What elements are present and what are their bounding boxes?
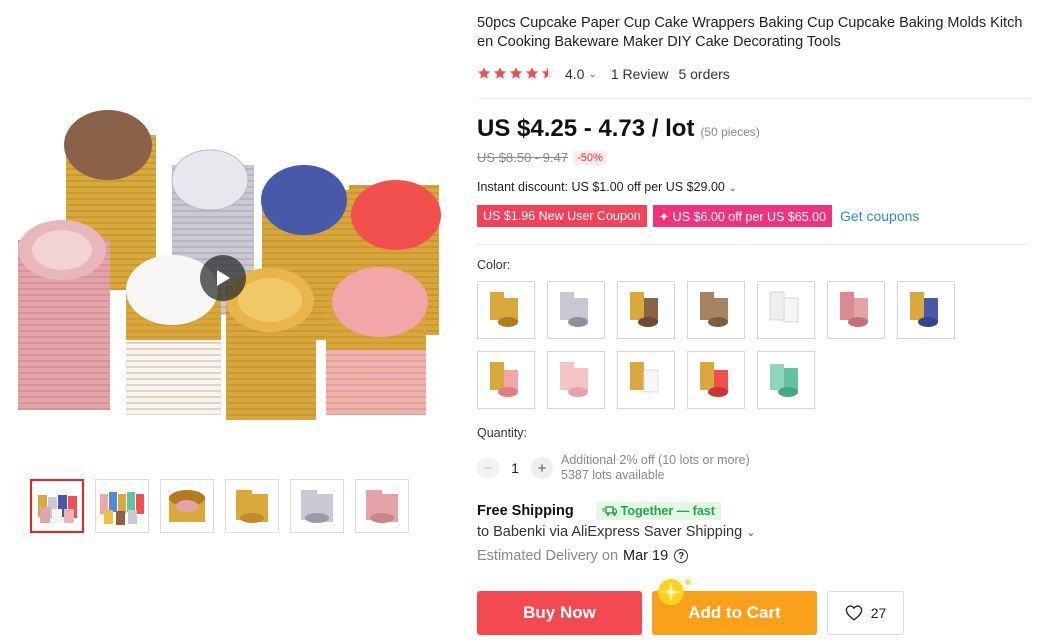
new-user-coupon[interactable]: US $1.96 New User Coupon — [477, 205, 647, 227]
thumbnail-image — [100, 492, 144, 525]
thumbnail-1[interactable] — [30, 479, 84, 533]
chevron-down-icon: ⌄ — [728, 183, 737, 194]
swatch-image — [630, 292, 658, 327]
rating-row: 4.0 ⌄ 1 Review 5 orders — [477, 64, 730, 84]
color-option-gold-pink[interactable] — [477, 351, 535, 409]
instant-discount-text: Instant discount: US $1.00 off per US $2… — [477, 180, 725, 194]
color-option-gold-brown[interactable] — [617, 281, 675, 339]
current-price: US $4.25 - 4.73 / lot — [477, 115, 695, 142]
shipping-method-text: to Babenki via AliExpress Saver Shipping — [477, 524, 743, 540]
chevron-down-icon[interactable]: ⌄ — [588, 69, 596, 80]
original-price-row: US $8.50 - 9.47 -50% — [477, 150, 606, 165]
swatch-image — [770, 364, 798, 397]
color-option-gold-blue[interactable] — [897, 281, 955, 339]
star-icon — [525, 66, 539, 83]
main-product-image[interactable] — [4, 40, 444, 440]
quantity-info: Additional 2% off (10 lots or more) 5387… — [561, 453, 750, 483]
get-coupons-link[interactable]: Get coupons — [840, 208, 919, 224]
color-option-white[interactable] — [757, 281, 815, 339]
sparkle-icon — [658, 579, 691, 605]
thumbnail-image — [236, 490, 268, 523]
wishlist-count: 27 — [870, 605, 887, 621]
star-icon — [477, 66, 491, 83]
star-rating — [477, 66, 555, 83]
together-fast-badge: Together — fast — [595, 502, 721, 520]
store-coupon[interactable]: ✦ US $6.00 off per US $65.00 — [652, 205, 833, 227]
coupon-row: US $1.96 New User Coupon ✦ US $6.00 off … — [477, 205, 919, 227]
thumbnail-5[interactable] — [290, 479, 344, 533]
together-fast-text: Together — fast — [620, 504, 715, 518]
cupcake-cups-illustration — [18, 110, 441, 420]
rating-value[interactable]: 4.0 — [565, 66, 584, 82]
swatch-image — [840, 292, 868, 327]
thumbnail-image — [169, 490, 205, 522]
reviews-link[interactable]: 1 Review — [611, 66, 669, 82]
estimated-delivery-label: Estimated Delivery on — [477, 548, 619, 564]
quantity-increase-button[interactable]: + — [531, 457, 553, 479]
color-option-pink-rose[interactable] — [827, 281, 885, 339]
lot-size: (50 pieces) — [700, 125, 760, 139]
color-option-gold-red[interactable] — [687, 351, 745, 409]
product-title: 50pcs Cupcake Paper Cup Cake Wrappers Ba… — [477, 15, 1023, 50]
estimated-delivery: Estimated Delivery on Mar 19 ? — [477, 548, 689, 564]
price-row: US $4.25 - 4.73 / lot (50 pieces) — [477, 115, 760, 143]
original-price: US $8.50 - 9.47 — [477, 150, 569, 165]
play-icon — [217, 270, 230, 286]
quantity-decrease-button[interactable]: − — [477, 457, 499, 479]
orders-count: 5 orders — [678, 66, 730, 82]
swatch-image — [910, 292, 938, 327]
color-option-mint[interactable] — [757, 351, 815, 409]
quantity-value[interactable]: 1 — [499, 460, 531, 476]
swatch-image — [700, 292, 728, 327]
thumbnail-image — [366, 490, 398, 523]
stock-available-text: 5387 lots available — [561, 468, 665, 482]
play-video-button[interactable] — [200, 255, 246, 301]
thumbnail-2[interactable] — [95, 479, 149, 533]
thumbnail-image — [38, 495, 77, 523]
estimated-delivery-date: Mar 19 — [623, 548, 669, 564]
star-icon — [509, 66, 523, 83]
quantity-label: Quantity: — [477, 426, 528, 440]
divider — [477, 244, 1029, 245]
thumbnail-strip — [30, 479, 409, 533]
color-option-gold-mix[interactable] — [477, 281, 535, 339]
thumbnail-3[interactable] — [160, 479, 214, 533]
instant-discount[interactable]: Instant discount: US $1.00 off per US $2… — [477, 180, 737, 194]
color-option-silver[interactable] — [547, 281, 605, 339]
swatch-image — [700, 362, 728, 397]
color-option-gold-white[interactable] — [617, 351, 675, 409]
swatch-image — [490, 362, 518, 397]
color-label: Color: — [477, 258, 511, 272]
swatch-image — [560, 292, 588, 327]
star-icon — [493, 66, 507, 83]
discount-badge: -50% — [574, 150, 606, 165]
color-option-pink[interactable] — [547, 351, 605, 409]
swatch-image — [560, 362, 588, 397]
color-option-brown[interactable] — [687, 281, 745, 339]
divider — [477, 98, 1029, 99]
help-icon[interactable]: ? — [674, 549, 689, 563]
quantity-stepper: − 1 + Additional 2% off (10 lots or more… — [477, 453, 750, 483]
shipping-method[interactable]: to Babenki via AliExpress Saver Shipping… — [477, 524, 755, 540]
wishlist-button[interactable]: 27 — [827, 591, 904, 635]
swatch-image — [490, 292, 518, 327]
swatch-image — [769, 291, 799, 323]
heart-icon — [845, 605, 862, 621]
swatch-image — [630, 362, 659, 393]
thumbnail-6[interactable] — [355, 479, 409, 533]
thumbnail-4[interactable] — [225, 479, 279, 533]
buy-now-button[interactable]: Buy Now — [477, 591, 642, 635]
color-swatches — [477, 281, 977, 409]
truck-icon — [601, 505, 617, 516]
shipping-header: Free Shipping Together — fast — [477, 502, 721, 520]
additional-discount-text: Additional 2% off (10 lots or more) — [561, 453, 750, 467]
chevron-down-icon: ⌄ — [746, 527, 756, 539]
free-shipping-label: Free Shipping — [477, 503, 574, 519]
thumbnail-image — [301, 490, 333, 523]
star-half-icon — [541, 66, 555, 83]
